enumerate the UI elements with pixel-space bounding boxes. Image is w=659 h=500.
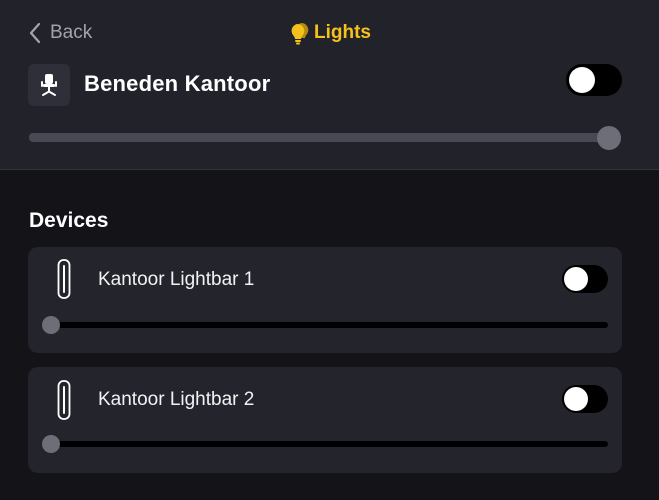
device-brightness-slider[interactable]	[42, 322, 608, 328]
room-name: Beneden Kantoor	[84, 71, 271, 96]
toggle-knob	[564, 267, 588, 291]
back-button[interactable]: Back	[28, 20, 92, 46]
lightbar-icon	[57, 380, 71, 420]
room-header: Back Lights Beneden Kantoor	[0, 0, 659, 170]
device-power-toggle[interactable]	[562, 265, 608, 293]
device-card-1: Kantoor Lightbar 1	[28, 247, 622, 353]
back-label: Back	[50, 22, 93, 43]
lightbar-icon	[57, 259, 71, 299]
toggle-knob	[569, 67, 595, 93]
page-title: Lights	[0, 20, 659, 46]
room-brightness-thumb[interactable]	[597, 126, 621, 150]
room-brightness-slider[interactable]	[29, 133, 621, 142]
toggle-knob	[564, 387, 588, 411]
device-brightness-thumb[interactable]	[42, 316, 60, 334]
chevron-left-icon	[29, 22, 41, 44]
office-chair-icon	[28, 64, 70, 106]
devices-heading: Devices	[29, 209, 109, 232]
room-power-toggle[interactable]	[566, 64, 622, 96]
page-title-text: Lights	[314, 22, 371, 43]
lightbulb-icon	[291, 22, 309, 45]
device-brightness-thumb[interactable]	[42, 435, 60, 453]
device-power-toggle[interactable]	[562, 385, 608, 413]
device-card-2: Kantoor Lightbar 2	[28, 367, 622, 473]
device-name: Kantoor Lightbar 1	[98, 269, 255, 290]
device-brightness-slider[interactable]	[42, 441, 608, 447]
device-name: Kantoor Lightbar 2	[98, 389, 255, 410]
